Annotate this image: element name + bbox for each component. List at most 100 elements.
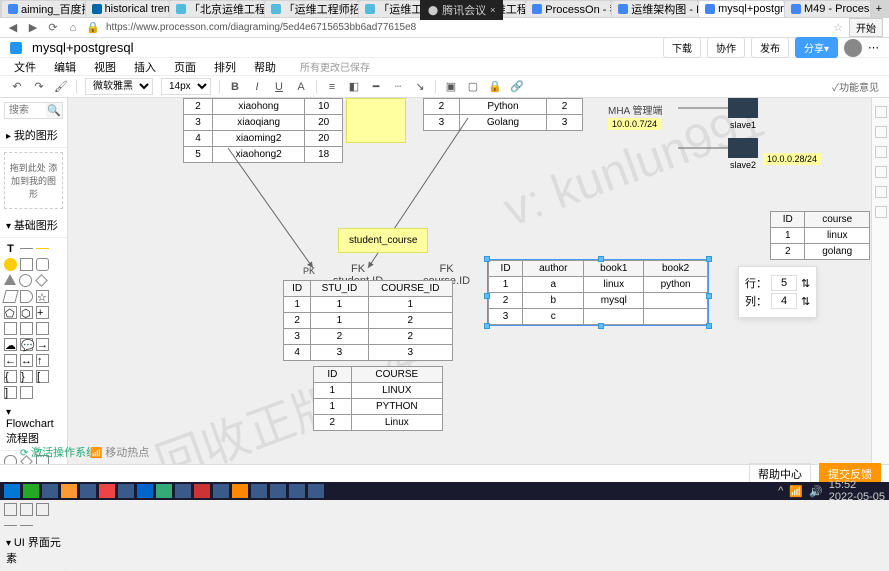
row-input[interactable] [771, 275, 797, 291]
roundrect-shape[interactable] [36, 258, 49, 271]
layers-icon[interactable] [875, 166, 887, 178]
table-students[interactable]: 2xiaohong103xiaoqiang204xiaoming2205xiao… [183, 98, 343, 163]
task-app-4[interactable] [80, 484, 96, 498]
font-family-select[interactable]: 微软雅黑 [85, 78, 153, 95]
table-lang[interactable]: 2Python23Golang3 [423, 98, 583, 131]
navigator-icon[interactable] [875, 106, 887, 118]
line-shape[interactable] [20, 248, 33, 249]
zoom-in-icon[interactable] [875, 126, 887, 138]
task-app-3[interactable] [61, 484, 77, 498]
brace-l-shape[interactable]: { [4, 370, 17, 383]
lock-shape-icon[interactable]: 🔒 [488, 80, 502, 94]
home-icon[interactable]: ⌂ [66, 21, 80, 35]
feedback-link[interactable]: ✓功能意见 [832, 79, 879, 94]
task-app-10[interactable] [194, 484, 210, 498]
cylinder-shape[interactable] [20, 322, 33, 335]
task-app-5[interactable] [99, 484, 115, 498]
menu-file[interactable]: 文件 [14, 59, 36, 75]
task-app-8[interactable] [156, 484, 172, 498]
ip2-label[interactable]: 10.0.0.28/24 [763, 153, 821, 165]
reload-icon[interactable]: ⟳ [46, 21, 60, 35]
cloud-shape[interactable]: ☁ [4, 338, 17, 351]
slave1-node[interactable]: slave1 [728, 98, 758, 130]
meeting-overlay[interactable]: ⬤ 腾讯会议 × [420, 0, 503, 20]
fc-card[interactable] [36, 503, 49, 516]
connector-icon[interactable]: ↘ [413, 80, 427, 94]
pentagon-shape[interactable]: ⬠ [4, 306, 17, 319]
tab-7[interactable]: 运维架构图 - Proc× [612, 1, 698, 17]
translate-button[interactable]: 开始 [849, 18, 883, 37]
task-app-13[interactable] [251, 484, 267, 498]
task-app-6[interactable] [118, 484, 134, 498]
shape-search[interactable]: 🔍 [4, 102, 63, 119]
document-title[interactable]: mysql+postgresql [32, 40, 134, 55]
arrow-up-shape[interactable]: ↑ [36, 354, 49, 367]
fc-line2[interactable] [20, 525, 33, 526]
download-button[interactable]: 下载 [663, 37, 701, 58]
back-icon[interactable]: ◀ [6, 21, 20, 35]
sticky-yellow[interactable] [346, 98, 406, 143]
underline-icon[interactable]: U [272, 80, 286, 94]
italic-icon[interactable]: I [250, 80, 264, 94]
tab-6[interactable]: ProcessOn - 我的× [526, 1, 611, 17]
front-icon[interactable]: ▣ [444, 80, 458, 94]
table-books[interactable]: IDauthorbook1book21alinuxpython2bmysql3c [488, 260, 708, 325]
fc-tape[interactable] [20, 503, 33, 516]
tab-2[interactable]: 「北京运维工程师」× [170, 1, 264, 17]
task-app-1[interactable] [23, 484, 39, 498]
new-tab-button[interactable]: + [871, 3, 887, 15]
menu-view[interactable]: 视图 [94, 59, 116, 75]
tray-icon[interactable]: ^ [778, 485, 783, 497]
fc-db[interactable] [4, 503, 17, 516]
row-col-panel[interactable]: 行：⇅ 列：⇅ [738, 266, 817, 318]
url-input[interactable]: https://www.processon.com/diagraming/5ed… [106, 22, 827, 33]
app-logo-icon[interactable] [10, 42, 22, 54]
sticky-student-course[interactable]: student_course [338, 228, 428, 253]
start-button[interactable] [4, 484, 20, 498]
network-icon[interactable]: 📶 [789, 485, 803, 498]
task-app-11[interactable] [213, 484, 229, 498]
link-icon[interactable]: 🔗 [510, 80, 524, 94]
section-basic[interactable]: ▾ 基础图形 [0, 213, 67, 238]
arrow-bi-shape[interactable]: ↔ [20, 354, 33, 367]
zoom-out-icon[interactable] [875, 146, 887, 158]
drop-zone[interactable]: 拖到此处 添加到我的图形 [4, 152, 63, 209]
font-color-icon[interactable]: A [294, 80, 308, 94]
menu-edit[interactable]: 编辑 [54, 59, 76, 75]
triangle-shape[interactable] [4, 274, 16, 285]
publish-button[interactable]: 发布 [751, 37, 789, 58]
bracket-l-shape[interactable]: [ [36, 370, 49, 383]
tab-1[interactable]: historical trend of× [86, 1, 169, 17]
menu-icon[interactable]: ⋯ [868, 41, 879, 54]
table-courses-right[interactable]: IDcourse1linux2golang [770, 211, 870, 260]
bracket-r-shape[interactable]: ] [4, 386, 17, 399]
rect-shape[interactable] [20, 258, 33, 271]
diamond-shape[interactable] [35, 274, 48, 287]
arrow-l-shape[interactable]: ← [4, 354, 17, 367]
col-input[interactable] [771, 293, 797, 309]
coop-button[interactable]: 协作 [707, 37, 745, 58]
arrow-r-shape[interactable]: → [36, 338, 49, 351]
task-app-14[interactable] [270, 484, 286, 498]
semi-shape[interactable] [20, 290, 33, 303]
redo-icon[interactable]: ↷ [32, 80, 46, 94]
dot-shape[interactable] [4, 258, 17, 271]
section-ui[interactable]: ▾ UI 界面元素 [0, 530, 67, 571]
text-shape[interactable]: T [4, 242, 17, 255]
task-app-16[interactable] [308, 484, 324, 498]
back-icon-z[interactable]: ▢ [466, 80, 480, 94]
star-shape[interactable]: ☆ [36, 290, 49, 303]
stepper-icon[interactable]: ⇅ [801, 277, 810, 290]
fill-icon[interactable]: ◧ [347, 80, 361, 94]
undo-icon[interactable]: ↶ [10, 80, 24, 94]
line-style-icon[interactable]: ┈ [391, 80, 405, 94]
brace-r-shape[interactable]: } [20, 370, 33, 383]
cross-shape[interactable]: + [36, 306, 49, 319]
task-app-2[interactable] [42, 484, 58, 498]
search-button[interactable]: 🔍 [46, 103, 62, 118]
hexagon-shape[interactable]: ⬡ [20, 306, 33, 319]
trap-shape[interactable] [4, 322, 17, 335]
menu-help[interactable]: 帮助 [254, 59, 276, 75]
comments-icon[interactable] [875, 206, 887, 218]
highlight-shape[interactable] [36, 248, 49, 249]
